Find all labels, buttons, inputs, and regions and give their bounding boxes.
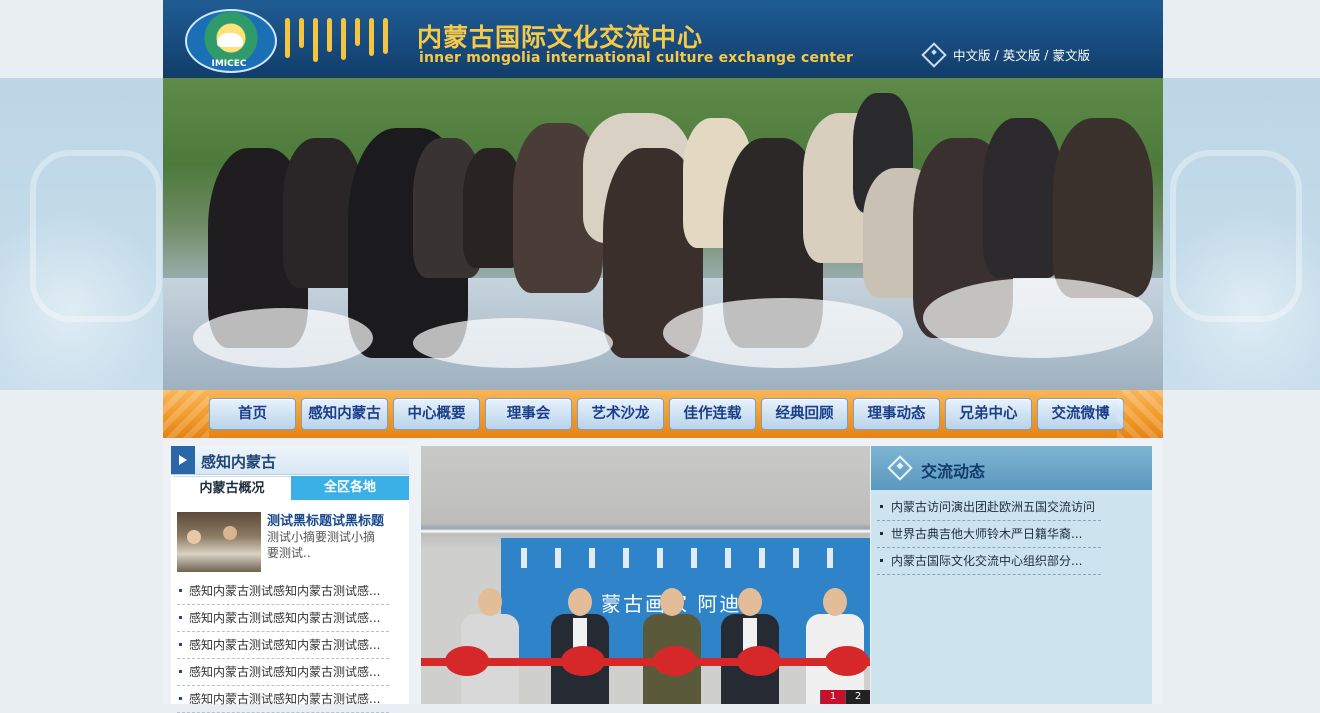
nav-list: 首页 感知内蒙古 中心概要 理事会 艺术沙龙 佳作连载 经典回顾 理事动态 兄弟… bbox=[209, 398, 1124, 430]
list-item[interactable]: 感知内蒙古测试感知内蒙古测试感... bbox=[177, 659, 389, 686]
mongolian-script-banner bbox=[521, 548, 841, 568]
main-navigation: 首页 感知内蒙古 中心概要 理事会 艺术沙龙 佳作连载 经典回顾 理事动态 兄弟… bbox=[163, 390, 1163, 438]
diamond-icon bbox=[921, 41, 947, 68]
nav-item-serial-works[interactable]: 佳作连载 bbox=[669, 398, 756, 430]
list-item[interactable]: 内蒙古访问演出团赴欧洲五国交流访问 bbox=[877, 494, 1101, 521]
perceive-panel: 感知内蒙古 内蒙古概况 全区各地 测试黑标题试黑标题 测试小摘要测试小摘要测试.… bbox=[171, 446, 409, 713]
feature-thumbnail[interactable] bbox=[177, 512, 261, 572]
list-item[interactable]: 感知内蒙古测试感知内蒙古测试感... bbox=[177, 632, 389, 659]
nav-item-classic-review[interactable]: 经典回顾 bbox=[761, 398, 848, 430]
panel-title: 交流动态 bbox=[921, 462, 986, 481]
panel-header: 感知内蒙古 bbox=[171, 446, 409, 475]
nav-item-council-news[interactable]: 理事动态 bbox=[853, 398, 940, 430]
arrow-right-icon bbox=[171, 446, 195, 474]
panel-title: 感知内蒙古 bbox=[201, 453, 277, 471]
page-container: IMICEC 内蒙古国际文化交流中心 inner mongolia intern… bbox=[163, 0, 1163, 713]
nav-item-home[interactable]: 首页 bbox=[209, 398, 296, 430]
language-switcher: 中文版 / 英文版 / 蒙文版 bbox=[921, 41, 1090, 68]
article-list: 感知内蒙古测试感知内蒙古测试感... 感知内蒙古测试感知内蒙古测试感... 感知… bbox=[177, 578, 389, 713]
panel-header: 交流动态 bbox=[871, 446, 1152, 490]
horse-icon bbox=[217, 33, 243, 47]
lang-separator: / bbox=[1044, 47, 1049, 62]
slide-button-1[interactable]: 1 bbox=[820, 690, 845, 704]
slideshow-pager: 1 2 bbox=[820, 690, 870, 704]
content-area: 感知内蒙古 内蒙古概况 全区各地 测试黑标题试黑标题 测试小摘要测试小摘要测试.… bbox=[163, 438, 1163, 713]
hero-banner-horses bbox=[163, 78, 1163, 390]
list-item[interactable]: 内蒙古国际文化交流中心组织部分... bbox=[877, 548, 1101, 575]
nav-item-perceive-inner-mongolia[interactable]: 感知内蒙古 bbox=[301, 398, 388, 430]
lang-chinese-link[interactable]: 中文版 bbox=[953, 45, 991, 64]
site-title: 内蒙古国际文化交流中心 bbox=[417, 23, 704, 52]
list-item[interactable]: 感知内蒙古测试感知内蒙古测试感... bbox=[177, 605, 389, 632]
site-subtitle: inner mongolia international culture exc… bbox=[419, 50, 854, 66]
list-item[interactable]: 感知内蒙古测试感知内蒙古测试感... bbox=[177, 686, 389, 713]
tab-all-regions[interactable]: 全区各地 bbox=[291, 476, 409, 500]
nav-item-council[interactable]: 理事会 bbox=[485, 398, 572, 430]
nav-item-sister-centers[interactable]: 兄弟中心 bbox=[945, 398, 1032, 430]
feature-summary: 测试小摘要测试小摘要测试.. bbox=[267, 530, 376, 560]
ornament-left bbox=[30, 150, 162, 322]
lang-separator: / bbox=[994, 47, 999, 62]
lang-english-link[interactable]: 英文版 bbox=[1003, 45, 1041, 64]
nav-item-art-salon[interactable]: 艺术沙龙 bbox=[577, 398, 664, 430]
news-photo-slideshow[interactable]: 蒙古画家 阿迪 1 2 bbox=[421, 446, 870, 704]
slide-button-2[interactable]: 2 bbox=[845, 690, 870, 704]
panel-tabs: 内蒙古概况 全区各地 bbox=[173, 476, 409, 501]
nav-item-center-overview[interactable]: 中心概要 bbox=[393, 398, 480, 430]
exchange-news-panel: 交流动态 内蒙古访问演出团赴欧洲五国交流访问 世界古典吉他大师铃木严日籍华裔..… bbox=[871, 446, 1152, 704]
logo-text: IMICEC bbox=[211, 59, 247, 69]
nav-item-exchange-weibo[interactable]: 交流微博 bbox=[1037, 398, 1124, 430]
lang-mongolian-link[interactable]: 蒙文版 bbox=[1052, 45, 1090, 64]
mongolian-script-title bbox=[285, 18, 415, 66]
site-logo[interactable]: IMICEC bbox=[185, 9, 277, 73]
site-header: IMICEC 内蒙古国际文化交流中心 inner mongolia intern… bbox=[163, 0, 1163, 78]
list-item[interactable]: 感知内蒙古测试感知内蒙古测试感... bbox=[177, 578, 389, 605]
news-list: 内蒙古访问演出团赴欧洲五国交流访问 世界古典吉他大师铃木严日籍华裔... 内蒙古… bbox=[877, 494, 1101, 575]
feature-article: 测试黑标题试黑标题 测试小摘要测试小摘要测试.. bbox=[177, 510, 403, 574]
diamond-icon bbox=[887, 455, 913, 481]
ornament-right bbox=[1170, 150, 1302, 322]
tab-overview[interactable]: 内蒙古概况 bbox=[173, 476, 291, 501]
list-item[interactable]: 世界古典吉他大师铃木严日籍华裔... bbox=[877, 521, 1101, 548]
feature-title[interactable]: 测试黑标题试黑标题 bbox=[267, 510, 384, 529]
